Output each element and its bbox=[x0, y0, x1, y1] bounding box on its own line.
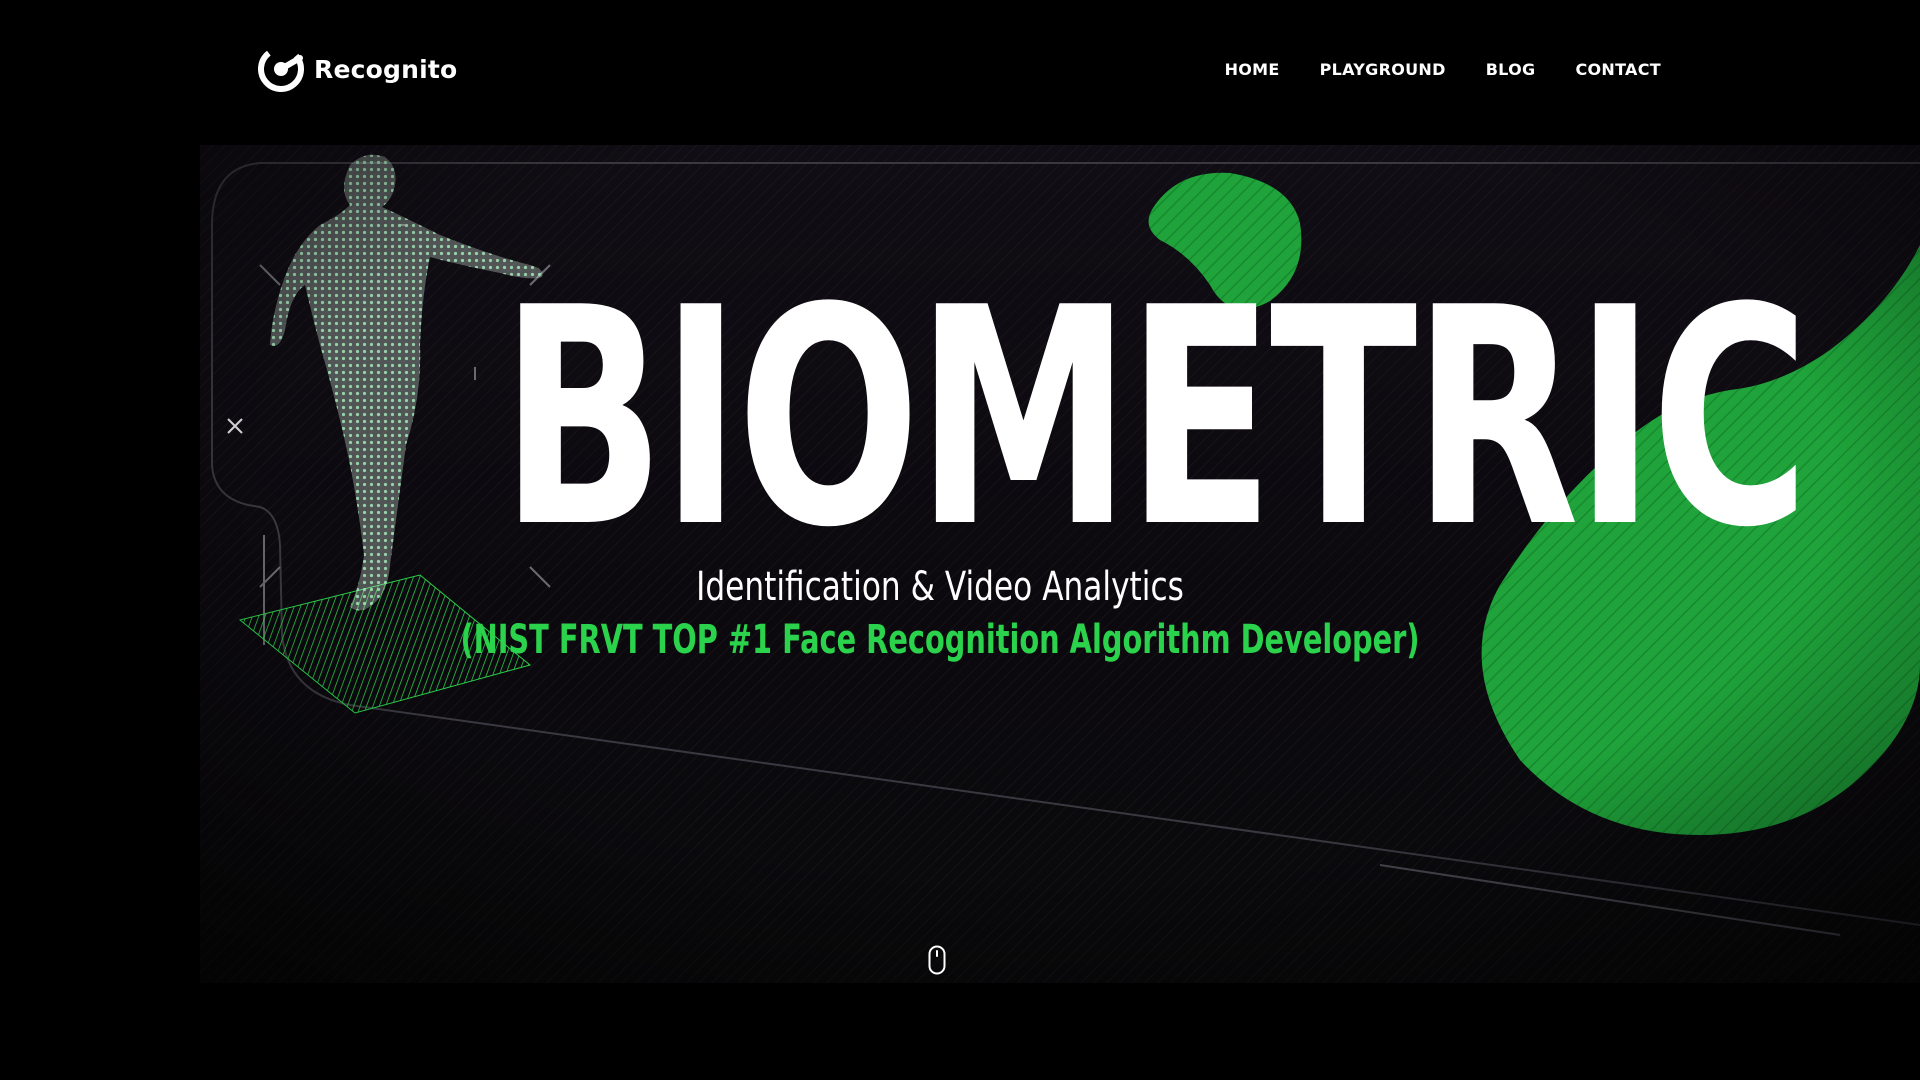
nav-contact[interactable]: CONTACT bbox=[1575, 60, 1661, 79]
nav-blog[interactable]: BLOG bbox=[1486, 60, 1536, 79]
nav-home[interactable]: HOME bbox=[1225, 60, 1280, 79]
site-header: Recognito HOME PLAYGROUND BLOG CONTACT bbox=[0, 0, 1920, 145]
recognito-logo-icon bbox=[258, 46, 304, 92]
hero-subtitle: Identification & Video Analytics bbox=[696, 564, 1184, 610]
hero-tagline: (NIST FRVT TOP #1 Face Recognition Algor… bbox=[460, 617, 1420, 663]
main-nav: HOME PLAYGROUND BLOG CONTACT bbox=[1225, 60, 1661, 79]
mouse-scroll-icon[interactable] bbox=[928, 945, 946, 975]
nav-playground[interactable]: PLAYGROUND bbox=[1320, 60, 1446, 79]
logo-text: Recognito bbox=[314, 54, 458, 84]
page: Recognito HOME PLAYGROUND BLOG CONTACT B… bbox=[0, 0, 1920, 1080]
hero-section: BIOMETRIC Identification & Video Analyti… bbox=[200, 145, 1920, 983]
logo-link[interactable]: Recognito bbox=[258, 46, 457, 92]
hero-headline: BIOMETRIC bbox=[500, 244, 1809, 593]
close-icon[interactable] bbox=[225, 416, 245, 436]
